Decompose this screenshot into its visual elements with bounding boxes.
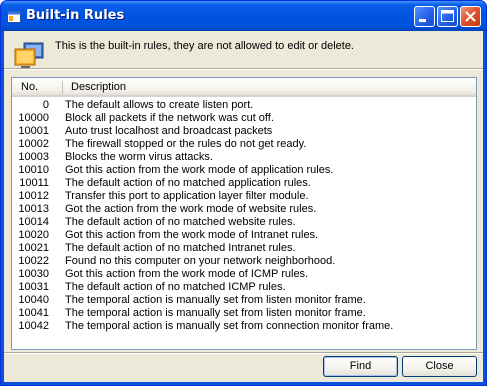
column-divider[interactable] xyxy=(62,81,63,94)
rule-number: 10011 xyxy=(19,177,49,189)
dialog-window: Built-in Rules This is the built-in rule… xyxy=(0,0,487,386)
rule-description: The firewall stopped or the rules do not… xyxy=(65,138,307,150)
rule-number: 10040 xyxy=(18,294,49,306)
maximize-icon xyxy=(441,10,454,22)
rule-number: 10013 xyxy=(18,203,49,215)
list-item[interactable]: 10041 The temporal action is manually set… xyxy=(12,307,476,320)
rule-description: Got this action from the work mode of IC… xyxy=(65,268,309,280)
rule-description: Auto trust localhost and broadcast packe… xyxy=(65,125,273,137)
rule-number: 10020 xyxy=(18,229,49,241)
rule-description: The default action of no matched applica… xyxy=(65,177,311,189)
list-item[interactable]: 10014 The default action of no matched we… xyxy=(12,216,476,229)
separator xyxy=(4,68,483,70)
list-item[interactable]: 10012 Transfer this port to application l… xyxy=(12,190,476,203)
list-item[interactable]: 10030 Got this action from the work mode … xyxy=(12,268,476,281)
close-button-label: Close xyxy=(425,360,454,372)
window-title: Built-in Rules xyxy=(26,8,125,23)
rule-description: The default action of no matched ICMP ru… xyxy=(65,281,286,293)
list-item[interactable]: 10000 Block all packets if the network wa… xyxy=(12,112,476,125)
rule-number: 10003 xyxy=(18,151,49,163)
rules-list[interactable]: No. Description 0 The default allows to c… xyxy=(11,77,477,350)
rule-description: The temporal action is manually set from… xyxy=(65,320,394,332)
rule-description: The default action of no matched Intrane… xyxy=(65,242,296,254)
rule-description: Found no this computer on your network n… xyxy=(65,255,336,267)
maximize-button[interactable] xyxy=(437,6,458,27)
rule-description: Blocks the worm virus attacks. xyxy=(65,151,213,163)
list-header: No. Description xyxy=(12,78,476,97)
rule-description: The temporal action is manually set from… xyxy=(65,294,366,306)
close-icon xyxy=(465,11,476,22)
rule-number: 10031 xyxy=(18,281,49,293)
rule-description: Block all packets if the network was cut… xyxy=(65,112,274,124)
rule-number: 10010 xyxy=(18,164,49,176)
list-item[interactable]: 10042 The temporal action is manually set… xyxy=(12,320,476,333)
info-message: This is the built-in rules, they are not… xyxy=(55,40,354,52)
close-window-button[interactable] xyxy=(460,6,481,27)
list-item[interactable]: 10011 The default action of no matched ap… xyxy=(12,177,476,190)
dialog-client-area: This is the built-in rules, they are not… xyxy=(4,31,483,382)
list-item[interactable]: 10021 The default action of no matched In… xyxy=(12,242,476,255)
rule-number: 0 xyxy=(42,99,49,111)
rule-number: 10012 xyxy=(18,190,49,202)
list-item[interactable]: 10003 Blocks the worm virus attacks. xyxy=(12,151,476,164)
find-button-label: Find xyxy=(349,360,372,372)
column-header-description[interactable]: Description xyxy=(71,81,126,93)
rule-number: 10022 xyxy=(18,255,49,267)
rule-description: Got this action from the work mode of ap… xyxy=(65,164,334,176)
list-item[interactable]: 10022 Found no this computer on your netw… xyxy=(12,255,476,268)
minimize-icon xyxy=(419,19,426,22)
rule-number: 10030 xyxy=(18,268,49,280)
rule-description: Got the action from the work mode of web… xyxy=(65,203,317,215)
list-item[interactable]: 10002 The firewall stopped or the rules d… xyxy=(12,138,476,151)
rule-description: Got this action from the work mode of In… xyxy=(65,229,319,241)
list-rows: 0 The default allows to create listen por… xyxy=(12,99,476,333)
find-button[interactable]: Find xyxy=(323,356,398,377)
rule-number: 10042 xyxy=(18,320,49,332)
app-window-icon xyxy=(7,11,21,23)
close-button[interactable]: Close xyxy=(402,356,477,377)
rule-description: Transfer this port to application layer … xyxy=(65,190,309,202)
list-item[interactable]: 10010 Got this action from the work mode … xyxy=(12,164,476,177)
list-item[interactable]: 0 The default allows to create listen por… xyxy=(12,99,476,112)
rule-number: 10002 xyxy=(18,138,49,150)
list-item[interactable]: 10031 The default action of no matched IC… xyxy=(12,281,476,294)
rule-description: The default action of no matched website… xyxy=(65,216,296,228)
column-header-no[interactable]: No. xyxy=(21,81,38,93)
title-bar[interactable]: Built-in Rules xyxy=(1,1,486,31)
rule-number: 10014 xyxy=(18,216,49,228)
monitor-icon xyxy=(14,42,44,69)
list-item[interactable]: 10013 Got the action from the work mode o… xyxy=(12,203,476,216)
rule-number: 10041 xyxy=(18,307,49,319)
list-item[interactable]: 10001 Auto trust localhost and broadcast … xyxy=(12,125,476,138)
rule-number: 10021 xyxy=(18,242,49,254)
rule-description: The default allows to create listen port… xyxy=(65,99,254,111)
rule-description: The temporal action is manually set from… xyxy=(65,307,366,319)
rule-number: 10000 xyxy=(18,112,49,124)
list-item[interactable]: 10040 The temporal action is manually set… xyxy=(12,294,476,307)
list-item[interactable]: 10020 Got this action from the work mode … xyxy=(12,229,476,242)
rule-number: 10001 xyxy=(18,125,49,137)
minimize-button[interactable] xyxy=(414,6,435,27)
separator xyxy=(4,352,483,354)
